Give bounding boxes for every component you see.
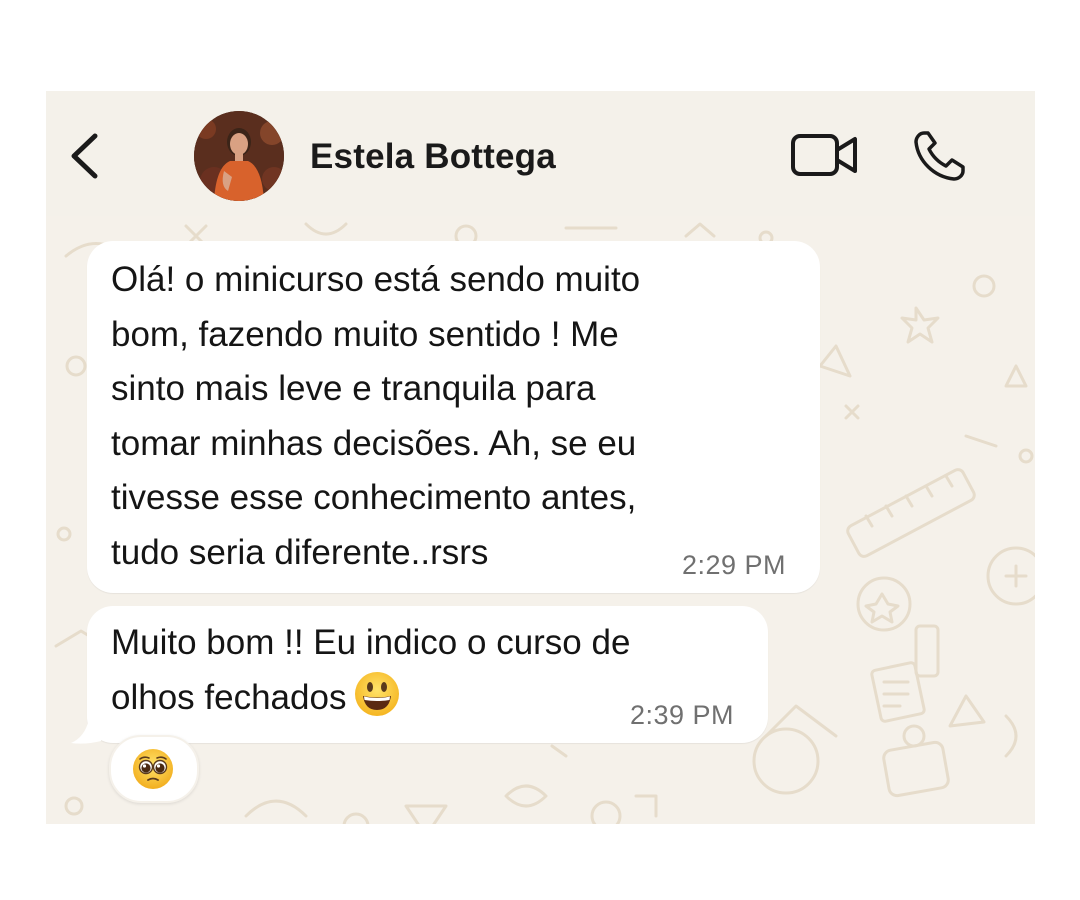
- voice-call-button[interactable]: [912, 129, 968, 183]
- message-line: tivesse esse conhecimento antes,: [111, 478, 637, 517]
- chevron-left-icon: [71, 133, 98, 179]
- message-line: olhos fechados: [111, 677, 347, 717]
- grinning-face-emoji: [355, 671, 400, 716]
- bubble-tail: [71, 719, 101, 744]
- message-timestamp: 2:39 PM: [630, 700, 735, 730]
- message-line: sinto mais leve e tranquila para: [111, 369, 596, 408]
- message-line: tudo seria diferente..rsrs: [111, 532, 489, 572]
- video-call-button[interactable]: [790, 131, 860, 179]
- message-reaction[interactable]: [109, 735, 199, 803]
- message-line: bom, fazendo muito sentido ! Me: [111, 314, 619, 354]
- message-line: Olá! o minicurso está sendo muito: [111, 260, 641, 299]
- message-line: Muito bom !! Eu indico o curso de: [111, 623, 631, 662]
- message-bubble[interactable]: Muito bom !! Eu indico o curso de olhos …: [71, 606, 768, 744]
- video-camera-icon: [791, 134, 857, 176]
- message-text: Muito bom !! Eu indico o curso de olhos …: [111, 616, 630, 725]
- contact-name[interactable]: Estela Bottega: [310, 137, 556, 177]
- pleading-face-emoji: [133, 749, 173, 789]
- message-line: tomar minhas decisões. Ah, se eu: [111, 423, 637, 463]
- avatar[interactable]: [194, 111, 284, 201]
- chat-window: Estela Bottega Olá! o minicurso está sen…: [46, 91, 1035, 824]
- message-text: Olá! o minicurso está sendo muito bom, f…: [111, 253, 640, 580]
- message-bubble[interactable]: Olá! o minicurso está sendo muito bom, f…: [87, 241, 820, 593]
- chat-header: Estela Bottega: [46, 91, 1035, 216]
- back-button[interactable]: [64, 131, 104, 179]
- message-timestamp: 2:29 PM: [682, 550, 787, 580]
- phone-icon: [914, 131, 965, 181]
